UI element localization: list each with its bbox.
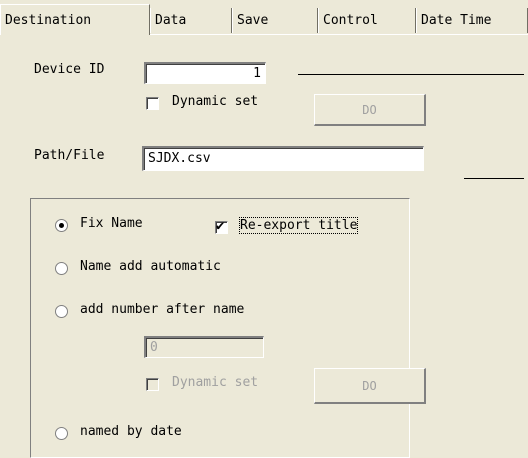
divider-line-2 [464, 178, 524, 179]
tab-destination[interactable]: Destination [0, 4, 150, 35]
path-file-field[interactable]: SJDX.csv [142, 146, 424, 171]
checkmark-icon: ✔ [216, 218, 225, 234]
tab-date-time[interactable]: Date Time [416, 8, 528, 33]
add-number-label: add number after name [80, 302, 245, 317]
name-add-automatic-radio[interactable] [55, 262, 68, 275]
fix-name-radio[interactable] [55, 219, 68, 232]
radio-selected-dot [59, 223, 64, 228]
named-by-date-radio[interactable] [55, 427, 68, 440]
divider-line [298, 74, 524, 75]
dynamic-set-checkbox[interactable] [146, 97, 159, 110]
re-export-title-label: Re-export title [238, 217, 359, 234]
named-by-date-label: named by date [80, 424, 182, 439]
number-field[interactable]: 0 [144, 336, 264, 358]
dynamic-set-2-checkbox[interactable] [146, 378, 159, 391]
dynamic-set-2-label: Dynamic set [172, 375, 259, 390]
tab-data[interactable]: Data [150, 8, 232, 33]
tab-strip: Destination Data Save Control Date Time [0, 0, 528, 40]
name-add-automatic-label: Name add automatic [80, 259, 221, 274]
tab-control[interactable]: Control [318, 8, 416, 33]
re-export-title-checkbox[interactable]: ✔ [215, 218, 228, 234]
dynamic-set-label: Dynamic set [172, 94, 259, 109]
device-id-field[interactable]: 1 [144, 62, 266, 84]
tab-save[interactable]: Save [232, 8, 318, 33]
add-number-radio[interactable] [55, 305, 68, 318]
path-file-label: Path/File [34, 148, 105, 163]
device-id-label: Device ID [34, 62, 105, 77]
do-button[interactable]: DO [314, 94, 426, 126]
tab-baseline [150, 34, 528, 35]
naming-group [30, 198, 410, 458]
fix-name-label: Fix Name [80, 216, 143, 231]
do-button-2[interactable]: DO [314, 368, 426, 404]
